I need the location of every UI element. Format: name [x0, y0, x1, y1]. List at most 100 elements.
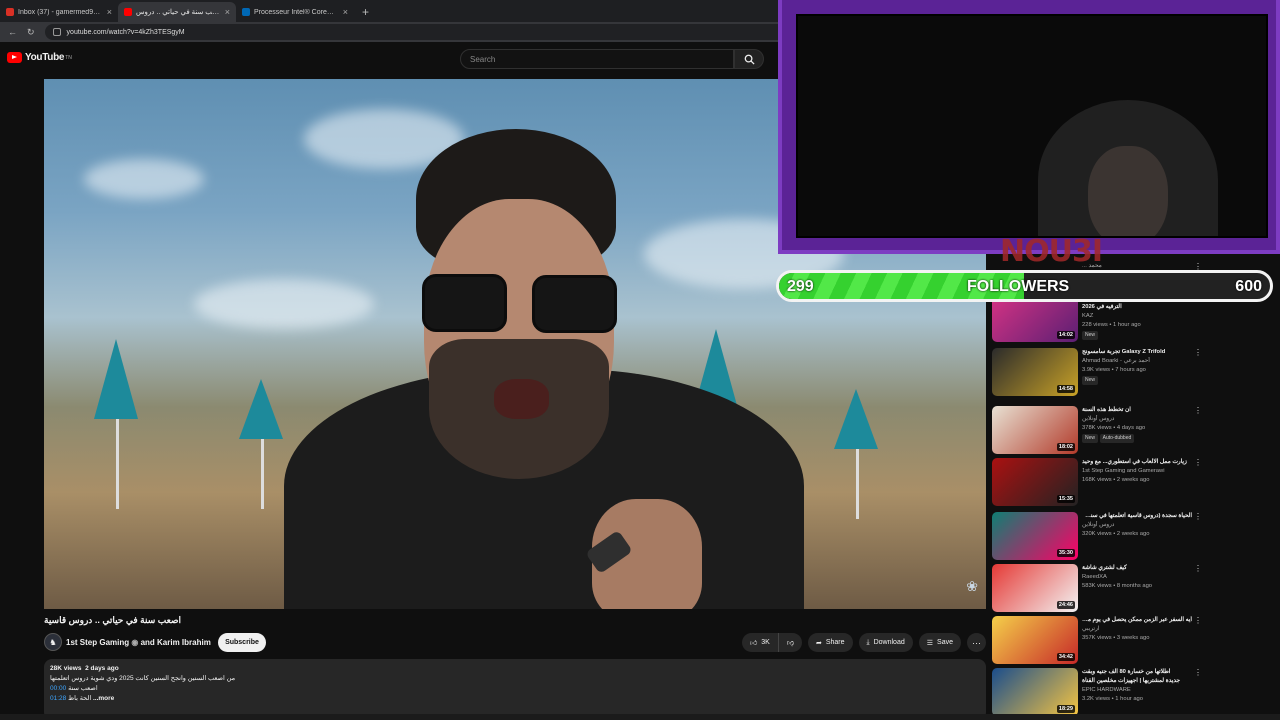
recommendation-title-line2[interactable]: الترفيه في 2026 [1082, 303, 1192, 312]
more-options-icon[interactable]: ⋮ [1194, 616, 1202, 625]
channel-row: ♞ 1st Step Gaming ◉ and Karim Ibrahim Su… [44, 633, 986, 653]
more-options-icon[interactable]: ⋮ [1194, 458, 1202, 467]
recommendation-meta: 228 views • 1 hour ago [1082, 322, 1141, 328]
recommendation-channel[interactable]: 1st Step Gaming and Gamerawi [1082, 467, 1192, 476]
save-label: Save [937, 639, 953, 646]
share-button[interactable]: ➦ Share [807, 633, 853, 652]
search-input[interactable]: Search [460, 49, 734, 69]
channel-name[interactable]: 1st Step Gaming ◉ and Karim Ibrahim [66, 638, 211, 647]
back-icon[interactable]: ← [8, 27, 17, 37]
new-badge: New [1082, 376, 1099, 385]
logo-region: TN [65, 54, 72, 61]
recommendation-info: اطلاتها من خسارة 80 الف جنيه وبقت جديدة ل… [1082, 668, 1192, 704]
sunglasses-right [532, 275, 617, 333]
video-thumbnail[interactable]: 18:02 [992, 406, 1078, 454]
recommendation-title[interactable]: زيارت ممل الالعاب في استطوري... مع وحيد [1082, 458, 1192, 467]
more-options-icon[interactable]: ⋮ [1194, 668, 1202, 677]
browser-tab-gmail[interactable]: Inbox (37) - gamermed97@gm × [0, 2, 118, 22]
recommendation-channel[interactable]: EPIC HARDWARE [1082, 686, 1192, 695]
person-mouth [494, 379, 549, 419]
video-thumbnail[interactable]: 18:29 [992, 668, 1078, 716]
search-icon [744, 54, 755, 65]
url-text: youtube.com/watch?v=4kZh3TESgyM [66, 28, 185, 36]
download-icon: ⤓ [866, 638, 870, 646]
recommendation-meta: 583K views • 8 months ago [1082, 583, 1153, 589]
recommendation-item[interactable]: 18:02 ان تخطط هذه السنة دروس أونلاين 378K v… [992, 406, 1202, 456]
description-line: من اصعب السنين وانجح السنين كانت 2025 ود… [50, 675, 236, 682]
streamer-face [1088, 146, 1168, 236]
recommendation-meta: 320K views • 2 weeks ago [1082, 531, 1150, 537]
reload-icon[interactable]: ↻ [27, 27, 35, 38]
recommendation-channel[interactable]: KAZ [1082, 312, 1192, 321]
view-count: 28K views [50, 665, 82, 672]
recommendation-info: Galaxy Z Trifold تجربة سامسونج Ahmad Boar… [1082, 348, 1192, 385]
more-options-icon[interactable]: ⋮ [1194, 406, 1202, 415]
recommendation-meta: 3.9K views • 7 hours ago [1082, 367, 1146, 373]
download-button[interactable]: ⤓ Download [858, 633, 913, 652]
more-actions-button[interactable]: ··· [967, 633, 986, 652]
recommendation-title[interactable]: كيف لشتري شاشة [1082, 564, 1192, 573]
recommendation-channel[interactable]: دروس أونلاين [1082, 521, 1192, 530]
recommendation-channel[interactable]: دروس أونلاين [1082, 415, 1192, 424]
youtube-logo[interactable]: YouTube TN [7, 52, 72, 63]
recommendation-meta: 168K views • 2 weeks ago [1082, 477, 1150, 483]
search-button[interactable] [734, 49, 764, 69]
followers-current: 299 [787, 278, 814, 295]
video-thumbnail[interactable]: 15:35 [992, 458, 1078, 506]
video-duration: 24:46 [1056, 601, 1075, 609]
new-tab-button[interactable]: + [362, 5, 369, 19]
show-more-link[interactable]: ...more [93, 695, 114, 702]
video-thumbnail[interactable]: 24:46 [992, 564, 1078, 612]
share-icon: ➦ [815, 639, 822, 647]
recommendation-info: آيه السفر عبر الزمن ممكن يحصل في يوم من … [1082, 616, 1192, 643]
recommendation-channel[interactable]: RaeedXA [1082, 573, 1192, 582]
video-duration: 35:30 [1056, 549, 1075, 557]
close-tab-icon[interactable]: × [225, 7, 230, 17]
recommendation-title[interactable]: آيه السفر عبر الزمن ممكن يحصل في يوم من … [1082, 616, 1192, 625]
recommendation-title-line2[interactable]: جديدة لمشتريها | اجهيزات مخلصين القناة [1082, 677, 1192, 686]
beach-umbrella [239, 379, 283, 439]
recommendation-item[interactable]: 34:42 آيه السفر عبر الزمن ممكن يحصل في يو… [992, 616, 1202, 666]
more-options-icon[interactable]: ⋮ [1194, 512, 1202, 521]
recommendation-item[interactable]: 15:35 زيارت ممل الالعاب في استطوري... مع … [992, 458, 1202, 508]
like-dislike-group: 👍︎ 3K 👎︎ [741, 633, 802, 652]
chapter-title: اصعب سنة [68, 685, 98, 692]
save-button[interactable]: ☰ Save [918, 633, 961, 652]
description-box[interactable]: 28K views 2 days ago من اصعب السنين وانج… [44, 659, 986, 720]
recommendation-title[interactable]: ان تخطط هذه السنة [1082, 406, 1192, 415]
recommendation-title[interactable]: اطلاتها من خسارة 80 الف جنيه وبقت [1082, 668, 1192, 677]
dislike-button[interactable]: 👎︎ [778, 633, 802, 652]
video-thumbnail[interactable]: 35:30 [992, 512, 1078, 560]
recommendation-channel[interactable]: Ahmad Boarki - أحمد برعي [1082, 357, 1192, 366]
close-tab-icon[interactable]: × [343, 7, 348, 17]
video-thumbnail[interactable]: 34:42 [992, 616, 1078, 664]
recommendation-title[interactable]: الحياة سجدة (دروس قاسية اتعلمتها في سنة … [1082, 512, 1192, 521]
tab-title: Inbox (37) - gamermed97@gm [18, 8, 103, 16]
subscribe-button[interactable]: Subscribe [218, 633, 266, 652]
recommendation-item[interactable]: 14:58 Galaxy Z Trifold تجربة سامسونج Ahmad… [992, 348, 1202, 398]
new-badge: New [1082, 331, 1099, 340]
video-thumbnail[interactable]: 14:58 [992, 348, 1078, 396]
recommendation-info: الحياة سجدة (دروس قاسية اتعلمتها في سنة … [1082, 512, 1192, 539]
close-tab-icon[interactable]: × [107, 7, 112, 17]
recommendation-item[interactable]: 24:46 كيف لشتري شاشة RaeedXA 583K views • 8… [992, 564, 1202, 614]
url-bar[interactable]: youtube.com/watch?v=4kZh3TESgyM [44, 24, 805, 40]
more-options-icon[interactable]: ⋮ [1194, 348, 1202, 357]
recommendation-channel[interactable]: ارتريبي [1082, 625, 1192, 634]
recommendation-meta: 378K views • 4 days ago [1082, 425, 1146, 431]
like-count: 3K [761, 639, 770, 646]
browser-tab-youtube[interactable]: اصعب سنة في حياتي .. دروس × [118, 2, 236, 22]
site-info-icon[interactable] [52, 28, 61, 36]
followers-goal: 600 [1235, 278, 1262, 295]
recommendation-item[interactable]: 18:29 اطلاتها من خسارة 80 الف جنيه وبقت جد… [992, 668, 1202, 718]
chapter-timestamp[interactable]: 00:00 [50, 685, 66, 692]
browser-tab-intel[interactable]: Processeur Intel® Core™ i5-13 × [236, 2, 354, 22]
recommendation-title[interactable]: Galaxy Z Trifold تجربة سامسونج [1082, 348, 1192, 357]
recommendation-info: زيارت ممل الالعاب في استطوري... مع وحيد 1… [1082, 458, 1192, 485]
like-button[interactable]: 👍︎ 3K [741, 633, 779, 652]
chapter-timestamp[interactable]: 01:28 [50, 695, 66, 702]
more-options-icon[interactable]: ⋮ [1194, 564, 1202, 573]
auto-dubbed-badge: Auto-dubbed [1099, 434, 1135, 443]
channel-avatar[interactable]: ♞ [44, 633, 62, 651]
recommendation-item[interactable]: 35:30 الحياة سجدة (دروس قاسية اتعلمتها في… [992, 512, 1202, 562]
